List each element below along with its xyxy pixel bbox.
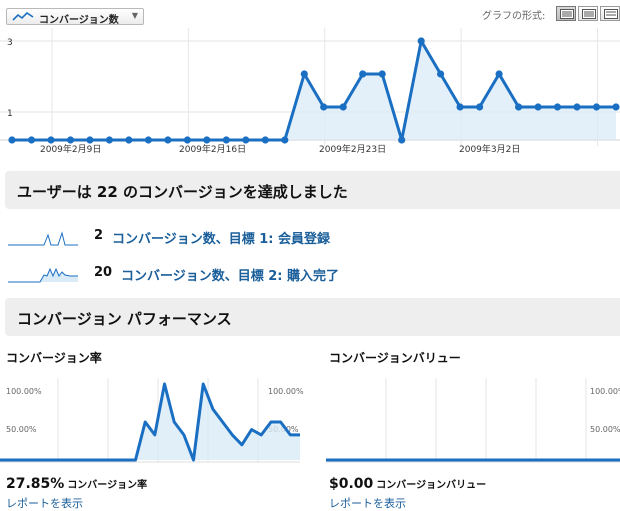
main-data-point[interactable] xyxy=(417,37,425,45)
rate-tick-100: 100.00% xyxy=(6,387,42,396)
metric-select[interactable]: コンバージョン数 ▼ xyxy=(6,8,144,26)
main-data-point[interactable] xyxy=(437,70,445,78)
summary-heading: ユーザーは 22 のコンバージョンを達成しました xyxy=(17,183,348,201)
main-data-point[interactable] xyxy=(320,103,328,111)
x-tick-mar2: 2009年3月2日 xyxy=(459,143,520,155)
main-data-point[interactable] xyxy=(359,70,367,78)
chevron-down-icon: ▼ xyxy=(131,11,138,20)
performance-heading: コンバージョン パフォーマンス xyxy=(17,310,232,328)
conversion-rate-chart: 100.00% 50.00% 100.00% 50.00% xyxy=(0,378,304,463)
value-tick-100: 100.00% xyxy=(590,387,620,396)
main-data-point[interactable] xyxy=(339,103,347,111)
graph-type-grid-button[interactable] xyxy=(600,6,620,21)
summary-heading-bar: ユーザーは 22 のコンバージョンを達成しました xyxy=(5,171,620,209)
main-data-point[interactable] xyxy=(456,103,464,111)
main-data-point[interactable] xyxy=(203,136,211,144)
metric-select-label: コンバージョン数 xyxy=(39,15,119,26)
main-data-point[interactable] xyxy=(47,136,55,144)
graph-type-table-button[interactable] xyxy=(578,6,598,21)
main-data-point[interactable] xyxy=(164,136,172,144)
rate-tick-100-right: 100.00% xyxy=(268,387,304,396)
performance-heading-bar: コンバージョン パフォーマンス xyxy=(5,298,620,336)
main-data-point[interactable] xyxy=(27,136,36,144)
value-tick-50: 50.00% xyxy=(590,425,620,434)
main-conversion-chart: 3 1 2009年2月9日 2009年2月16日 2009年2月23日 2009… xyxy=(0,28,620,155)
graph-type-label: グラフの形式: xyxy=(482,11,546,22)
main-data-point[interactable] xyxy=(612,103,620,111)
main-data-point[interactable] xyxy=(66,136,75,144)
main-data-point[interactable] xyxy=(281,136,289,144)
main-data-point[interactable] xyxy=(378,70,386,78)
main-data-point[interactable] xyxy=(222,136,230,144)
grid-view-icon xyxy=(604,9,618,19)
conversion-value-amount: $0.00 xyxy=(329,476,374,492)
y-tick-3: 3 xyxy=(7,38,13,48)
graph-type-line-button[interactable] xyxy=(556,6,576,21)
main-data-point[interactable] xyxy=(261,136,269,144)
goal-2-sparkline xyxy=(8,267,78,283)
conversion-rate-value: 27.85% xyxy=(6,476,65,492)
main-data-point[interactable] xyxy=(300,70,308,78)
conversion-value-value-line: $0.00 コンバージョンバリュー xyxy=(329,476,486,492)
main-data-point[interactable] xyxy=(183,136,191,144)
main-data-point[interactable] xyxy=(144,136,152,144)
list-view-icon xyxy=(560,9,574,19)
main-data-point[interactable] xyxy=(398,136,406,144)
main-data-point[interactable] xyxy=(573,103,581,111)
goal-row-1: 2 コンバージョン数、目標 1: 会員登録 xyxy=(8,226,408,248)
rate-tick-50: 50.00% xyxy=(6,425,37,434)
rate-series-area xyxy=(0,384,300,460)
main-data-point[interactable] xyxy=(242,136,250,144)
conversion-value-chart: 100.00% 50.00% xyxy=(326,378,620,463)
main-data-point[interactable] xyxy=(553,103,562,111)
main-data-point[interactable] xyxy=(534,103,542,111)
goal-2-link[interactable]: コンバージョン数、目標 2: 購入完了 xyxy=(121,265,339,284)
goal-1-count: 2 xyxy=(94,228,104,243)
goal-2-count: 20 xyxy=(94,265,113,280)
main-data-point[interactable] xyxy=(476,103,484,111)
conversion-value-unit: コンバージョンバリュー xyxy=(376,480,487,491)
main-data-point[interactable] xyxy=(592,103,601,111)
x-tick-feb23: 2009年2月23日 xyxy=(319,143,386,155)
main-data-point[interactable] xyxy=(125,136,133,144)
main-data-point[interactable] xyxy=(515,103,523,111)
line-chart-icon xyxy=(12,12,34,21)
main-data-point[interactable] xyxy=(86,136,94,144)
conversion-rate-report-link[interactable]: レポートを表示 xyxy=(6,495,83,511)
conversion-rate-title: コンバージョン率 xyxy=(6,351,102,365)
conversion-value-title: コンバージョンバリュー xyxy=(329,351,461,365)
goal-row-2: 20 コンバージョン数、目標 2: 購入完了 xyxy=(8,263,408,285)
conversion-rate-unit: コンバージョン率 xyxy=(67,480,148,491)
conversion-value-report-link[interactable]: レポートを表示 xyxy=(329,495,406,511)
main-data-point[interactable] xyxy=(495,70,503,78)
x-tick-feb16: 2009年2月16日 xyxy=(179,143,246,155)
x-tick-feb9: 2009年2月9日 xyxy=(40,143,101,155)
table-view-icon xyxy=(582,9,596,19)
goal-1-link[interactable]: コンバージョン数、目標 1: 会員登録 xyxy=(112,228,330,247)
conversion-rate-value-line: 27.85% コンバージョン率 xyxy=(6,476,147,492)
goal-1-sparkline xyxy=(8,231,78,246)
y-tick-1: 1 xyxy=(7,109,13,119)
main-data-point[interactable] xyxy=(105,136,113,144)
main-data-point[interactable] xyxy=(8,136,16,144)
